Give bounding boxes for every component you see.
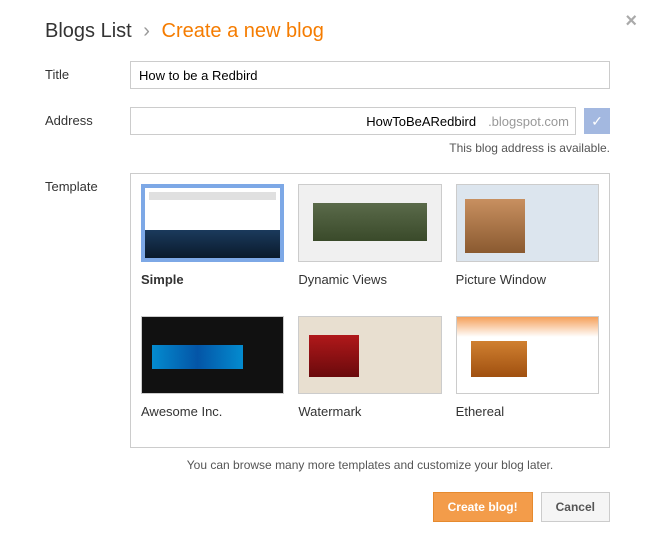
address-status: This blog address is available. xyxy=(130,141,610,155)
address-input[interactable] xyxy=(131,110,484,133)
template-item[interactable]: Watermark xyxy=(298,316,441,438)
template-thumbnail xyxy=(141,184,284,262)
checkmark-icon: ✓ xyxy=(584,108,610,134)
template-name: Simple xyxy=(141,272,284,287)
template-name: Watermark xyxy=(298,404,441,419)
address-label: Address xyxy=(45,107,130,128)
template-hint: You can browse many more templates and c… xyxy=(130,458,610,472)
template-name: Ethereal xyxy=(456,404,599,419)
template-item[interactable]: Picture Window xyxy=(456,184,599,306)
template-item[interactable]: Ethereal xyxy=(456,316,599,438)
breadcrumb-current: Create a new blog xyxy=(162,20,324,42)
template-thumbnail xyxy=(298,184,441,262)
template-item[interactable]: Dynamic Views xyxy=(298,184,441,306)
template-name: Dynamic Views xyxy=(298,272,441,287)
cancel-button[interactable]: Cancel xyxy=(541,492,610,522)
template-label: Template xyxy=(45,173,130,194)
template-name: Awesome Inc. xyxy=(141,404,284,419)
address-field-wrap: .blogspot.com xyxy=(130,107,576,135)
template-item[interactable]: Awesome Inc. xyxy=(141,316,284,438)
breadcrumb-separator: › xyxy=(143,20,150,42)
title-input[interactable] xyxy=(130,61,610,89)
template-thumbnail xyxy=(141,316,284,394)
template-thumbnail xyxy=(298,316,441,394)
template-thumbnail xyxy=(456,316,599,394)
template-item[interactable]: Simple xyxy=(141,184,284,306)
title-label: Title xyxy=(45,61,130,82)
create-blog-modal: × Blogs List › Create a new blog Title A… xyxy=(0,0,655,547)
close-icon[interactable]: × xyxy=(625,10,637,33)
template-name: Picture Window xyxy=(456,272,599,287)
breadcrumb: Blogs List › Create a new blog xyxy=(45,20,610,43)
template-picker[interactable]: Simple Dynamic Views Picture Window Awesome… xyxy=(130,173,610,448)
template-thumbnail xyxy=(456,184,599,262)
create-blog-button[interactable]: Create blog! xyxy=(433,492,533,522)
breadcrumb-root[interactable]: Blogs List xyxy=(45,20,132,42)
address-suffix: .blogspot.com xyxy=(484,114,569,129)
